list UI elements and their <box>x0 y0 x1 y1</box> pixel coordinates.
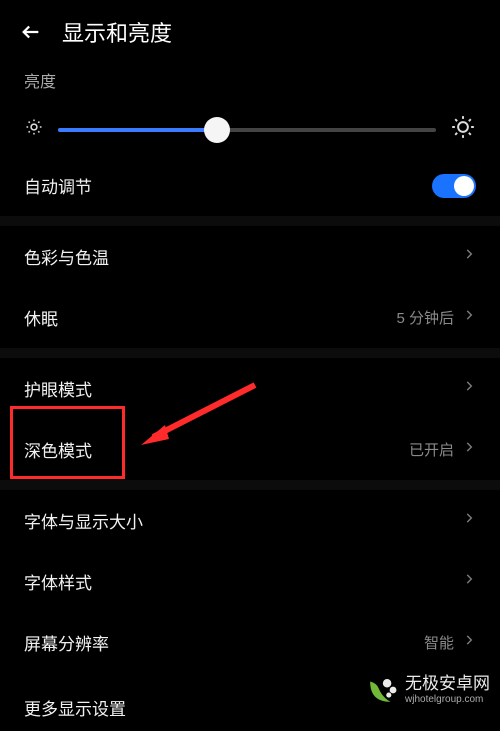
watermark-logo-icon <box>365 673 399 707</box>
brightness-label: 亮度 <box>24 68 476 92</box>
eye-comfort-row[interactable]: 护眼模式 <box>0 358 500 419</box>
sleep-row[interactable]: 休眠 5 分钟后 <box>0 287 500 348</box>
brightness-slider[interactable] <box>58 128 436 132</box>
chevron-right-icon <box>462 379 476 398</box>
sun-small-icon <box>24 117 44 142</box>
resolution-row[interactable]: 屏幕分辨率 智能 <box>0 612 500 673</box>
page-title: 显示和亮度 <box>62 16 172 48</box>
color-temp-row[interactable]: 色彩与色温 <box>0 226 500 287</box>
sun-large-icon <box>450 114 476 145</box>
watermark: 无极安卓网 wjhotelgroup.com <box>365 673 490 707</box>
chevron-right-icon <box>462 440 476 459</box>
chevron-right-icon <box>462 247 476 266</box>
chevron-right-icon <box>462 308 476 327</box>
back-icon[interactable] <box>20 21 42 43</box>
font-style-row[interactable]: 字体样式 <box>0 551 500 612</box>
auto-brightness-row[interactable]: 自动调节 <box>0 155 500 216</box>
chevron-right-icon <box>462 511 476 530</box>
font-display-size-row[interactable]: 字体与显示大小 <box>0 490 500 551</box>
dark-mode-row[interactable]: 深色模式 已开启 <box>0 419 500 480</box>
auto-brightness-toggle[interactable] <box>432 174 476 198</box>
slider-thumb[interactable] <box>204 117 230 143</box>
chevron-right-icon <box>462 572 476 591</box>
chevron-right-icon <box>462 633 476 652</box>
auto-brightness-label: 自动调节 <box>24 173 92 198</box>
